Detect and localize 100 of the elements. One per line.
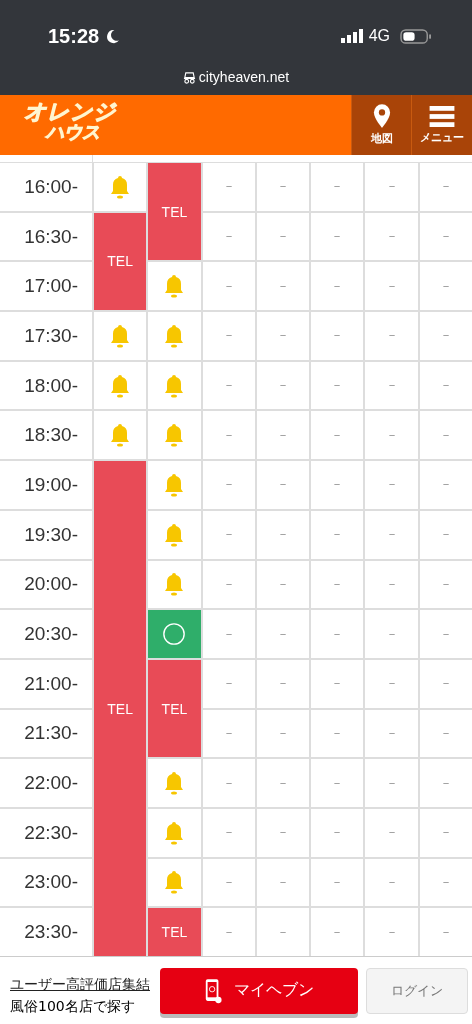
dash-mark: － (222, 923, 235, 941)
menu-button[interactable]: メニュー (411, 95, 472, 155)
dash-mark: － (385, 228, 398, 246)
dash-mark: － (331, 377, 344, 395)
ranking-link[interactable]: ユーザー高評価店集結 (10, 972, 152, 995)
clock-time: 15:28 (48, 24, 100, 48)
dash-mark: － (222, 575, 235, 593)
dash-mark: － (385, 923, 398, 941)
time-slot-label: 22:30- (0, 808, 92, 857)
time-slot-label: 21:30- (0, 709, 92, 758)
dash-mark: － (331, 327, 344, 345)
dash-mark: － (439, 675, 452, 693)
dash-mark: － (222, 675, 235, 693)
dash-mark: － (385, 426, 398, 444)
time-slot-label: 20:30- (0, 610, 92, 658)
dash-mark: － (277, 476, 289, 494)
dash-mark: － (277, 675, 289, 693)
dash-mark: － (331, 426, 344, 444)
dash-mark: － (331, 575, 344, 593)
tel-slot[interactable]: TEL (148, 659, 201, 758)
dash-mark: － (439, 923, 452, 941)
time-slot-label: 23:30- (0, 908, 92, 956)
network-label: 4G (368, 27, 390, 45)
dash-mark: － (277, 426, 289, 444)
dash-mark: － (222, 377, 235, 395)
time-slot-label: 16:00- (0, 163, 92, 211)
dash-mark: － (385, 873, 398, 891)
dash-mark: － (222, 327, 235, 345)
dash-mark: － (277, 625, 289, 643)
dash-mark: － (439, 327, 452, 345)
tel-slot[interactable]: TEL (94, 212, 147, 311)
dash-mark: － (385, 575, 398, 593)
dash-mark: － (385, 526, 398, 544)
dash-mark: － (385, 178, 398, 196)
search-text: 風俗100名店で探す (10, 996, 136, 1016)
tel-slot[interactable]: TEL (148, 163, 201, 261)
dash-mark: － (222, 824, 235, 842)
time-slot-label: 17:30- (0, 312, 92, 360)
dash-mark: － (277, 873, 289, 891)
map-pin-icon (372, 104, 391, 128)
dash-mark: － (439, 575, 452, 593)
dash-mark: － (277, 575, 289, 593)
dash-mark: － (331, 724, 344, 742)
dash-mark: － (277, 377, 289, 395)
circle-icon (162, 622, 187, 647)
dash-mark: － (222, 476, 235, 494)
car-icon (182, 70, 196, 84)
dash-mark: － (222, 873, 235, 891)
available-slot[interactable] (148, 610, 201, 658)
dash-mark: － (439, 873, 452, 891)
dash-mark: － (331, 228, 344, 246)
dash-mark: － (331, 824, 344, 842)
tel-slot[interactable]: TEL (148, 908, 201, 956)
dash-mark: － (385, 774, 398, 792)
dash-mark: － (385, 377, 398, 395)
dash-mark: － (222, 724, 235, 742)
map-button[interactable]: 地図 (351, 95, 411, 155)
shop-logo[interactable]: オレンジ ハウス (0, 95, 116, 155)
dash-mark: － (277, 228, 289, 246)
time-slot-label: 20:00- (0, 560, 92, 609)
dash-mark: － (277, 724, 289, 742)
dash-mark: － (331, 526, 344, 544)
dash-mark: － (277, 923, 289, 941)
dash-mark: － (331, 277, 344, 295)
dash-mark: － (385, 625, 398, 643)
dash-mark: － (222, 228, 235, 246)
dash-mark: － (439, 824, 452, 842)
dash-mark: － (277, 774, 289, 792)
time-slot-label: 21:00- (0, 659, 92, 708)
dash-mark: － (331, 178, 344, 196)
dash-mark: － (385, 675, 398, 693)
dash-mark: － (222, 526, 235, 544)
dash-mark: － (331, 625, 344, 643)
dash-mark: － (385, 724, 398, 742)
dash-mark: － (277, 327, 289, 345)
moon-icon (105, 28, 121, 44)
dash-mark: － (439, 724, 452, 742)
dash-mark: － (222, 178, 235, 196)
login-button[interactable]: ログイン (366, 967, 468, 1014)
dash-mark: － (385, 327, 398, 345)
menu-icon (429, 105, 455, 127)
dash-mark: － (439, 377, 452, 395)
dash-mark: － (439, 774, 452, 792)
phone-icon (204, 976, 222, 1005)
tel-slot[interactable]: TEL (94, 461, 147, 956)
time-slot-label: 16:30- (0, 212, 92, 261)
dash-mark: － (277, 824, 289, 842)
dash-mark: － (439, 426, 452, 444)
dash-mark: － (222, 774, 235, 792)
dash-mark: － (385, 824, 398, 842)
dash-mark: － (222, 277, 235, 295)
dash-mark: － (385, 476, 398, 494)
dash-mark: － (439, 277, 452, 295)
dash-mark: － (331, 873, 344, 891)
dash-mark: － (439, 526, 452, 544)
dash-mark: － (331, 923, 344, 941)
dash-mark: － (277, 526, 289, 544)
dash-mark: － (331, 675, 344, 693)
dash-mark: － (222, 426, 235, 444)
dash-mark: － (277, 178, 289, 196)
